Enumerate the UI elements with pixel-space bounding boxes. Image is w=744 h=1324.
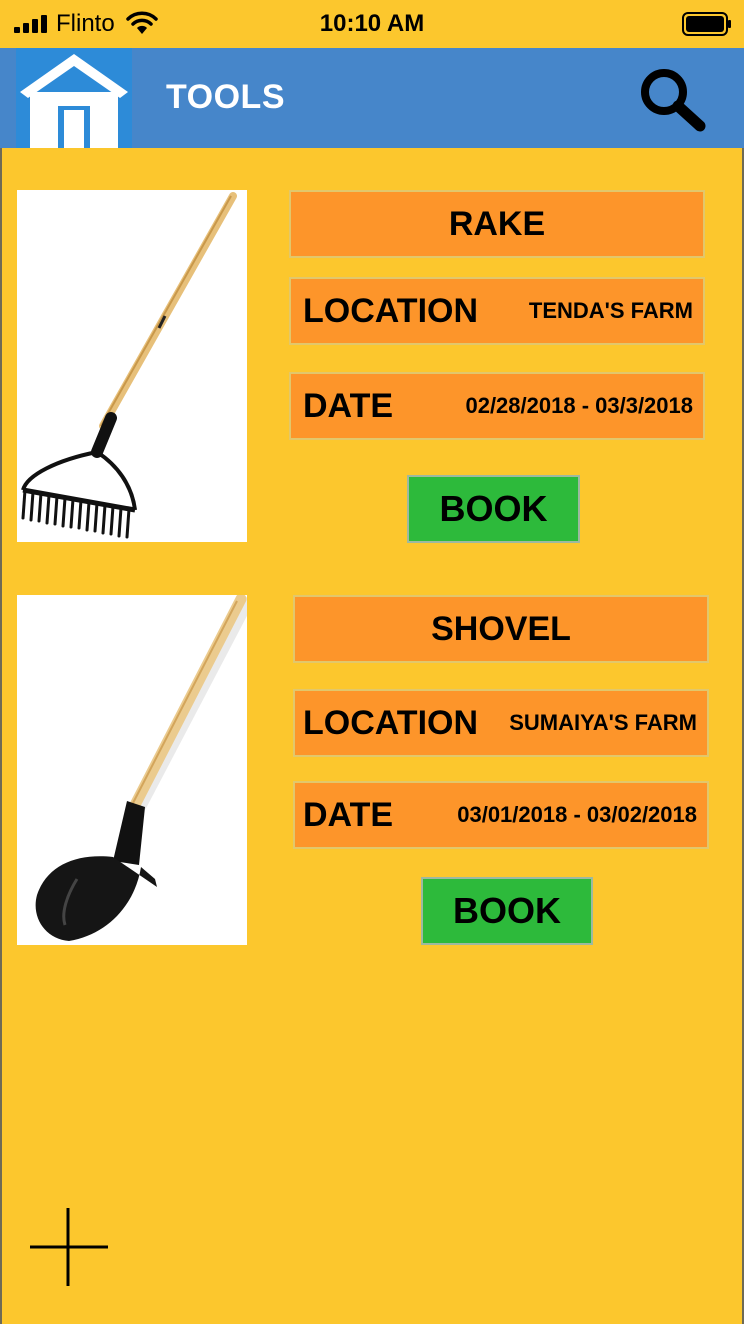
book-button[interactable]: BOOK <box>407 475 580 543</box>
book-button[interactable]: BOOK <box>421 877 593 945</box>
tool-name-box: RAKE <box>289 190 705 258</box>
shovel-image <box>17 595 247 945</box>
add-tool-button[interactable] <box>28 1208 108 1288</box>
tool-name: SHOVEL <box>431 609 571 648</box>
home-icon <box>20 54 128 148</box>
tool-name: RAKE <box>448 204 546 243</box>
date-label: DATE <box>303 386 394 425</box>
page-title: TOOLS <box>166 78 285 116</box>
battery-icon <box>682 12 731 36</box>
rake-image <box>17 190 247 542</box>
search-icon <box>641 69 706 132</box>
date-box: DATE 02/28/2018 - 03/3/2018 <box>289 372 705 440</box>
date-box: DATE 03/01/2018 - 03/02/2018 <box>293 781 709 849</box>
home-button[interactable] <box>16 48 132 148</box>
frame-edge-left <box>0 148 2 1324</box>
status-time: 10:10 AM <box>319 10 425 37</box>
status-bar: Flinto 10:10 AM <box>0 0 744 48</box>
plus-icon <box>30 1208 108 1286</box>
location-box: LOCATION SUMAIYA'S FARM <box>293 689 709 757</box>
date-value: 03/01/2018 - 03/02/2018 <box>457 802 697 827</box>
app-header: TOOLS <box>0 48 744 148</box>
location-value: TENDA'S FARM <box>528 298 693 323</box>
tool-name-box: SHOVEL <box>293 595 709 663</box>
date-label: DATE <box>303 795 394 834</box>
location-value: SUMAIYA'S FARM <box>509 710 697 735</box>
date-value: 02/28/2018 - 03/3/2018 <box>465 393 693 418</box>
search-button[interactable] <box>636 66 708 132</box>
location-box: LOCATION TENDA'S FARM <box>289 277 705 345</box>
location-label: LOCATION <box>303 291 479 330</box>
location-label: LOCATION <box>303 703 479 742</box>
